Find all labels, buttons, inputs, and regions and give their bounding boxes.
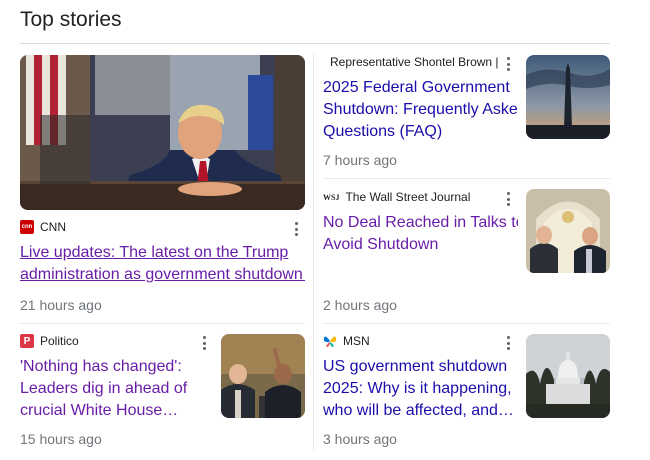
more-options-button[interactable] (503, 335, 513, 351)
story-source: The Wall Street Journal (345, 190, 471, 204)
story-source: MSN (343, 334, 370, 348)
more-options-button[interactable] (503, 56, 513, 72)
story-image-capitol[interactable] (526, 334, 610, 418)
column-divider (313, 54, 314, 450)
story-timestamp: 2 hours ago (323, 297, 397, 313)
story-title-link[interactable]: 2025 Federal Government Shutdown: Freque… (323, 77, 518, 143)
story-image-leaders-press[interactable] (526, 189, 610, 273)
story-source: CNN (40, 220, 66, 234)
story-title-link[interactable]: Live updates: The latest on the Trump ad… (20, 242, 305, 286)
row-divider (323, 323, 610, 324)
story-source: Politico (40, 334, 79, 348)
msn-butterfly-icon (323, 334, 337, 348)
more-options-button[interactable] (503, 191, 513, 207)
story-title-link[interactable]: No Deal Reached in Talks to Avoid Shutdo… (323, 212, 518, 256)
story-source: Representative Shontel Brown | (.gov) (330, 55, 500, 69)
more-options-button[interactable] (199, 335, 209, 351)
story-image-trump[interactable] (20, 55, 305, 210)
section-heading: Top stories (20, 8, 122, 31)
story-timestamp: 21 hours ago (20, 297, 102, 313)
story-image-washington-monument[interactable] (526, 55, 610, 139)
politico-logo-icon: P (20, 334, 34, 348)
story-title-link[interactable]: 'Nothing has changed': Leaders dig in ah… (20, 356, 210, 422)
row-divider (323, 178, 610, 179)
story-timestamp: 7 hours ago (323, 152, 397, 168)
heading-divider (20, 43, 610, 44)
cnn-logo-icon: cnn (20, 220, 34, 234)
row-divider (20, 323, 305, 324)
wsj-logo-icon: WSJ (323, 192, 340, 202)
story-timestamp: 15 hours ago (20, 431, 102, 447)
story-title-link[interactable]: US government shutdown 2025: Why is it h… (323, 356, 518, 422)
more-options-button[interactable] (291, 221, 301, 237)
story-image-leaders-podium[interactable] (221, 334, 305, 418)
story-timestamp: 3 hours ago (323, 431, 397, 447)
